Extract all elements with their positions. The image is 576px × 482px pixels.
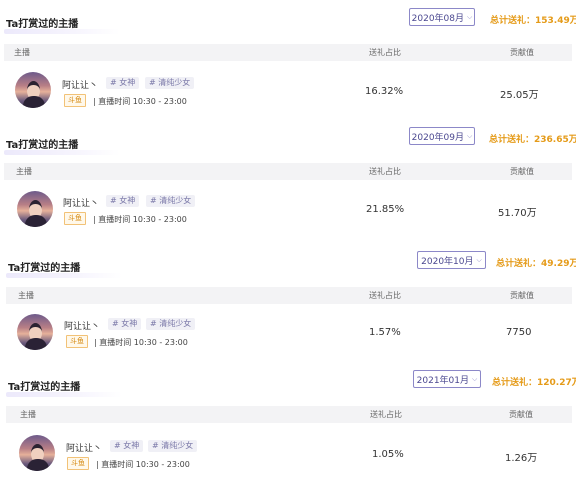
tag-goddess: # 女神: [106, 195, 140, 207]
tag-pure-girl: # 清纯少女: [148, 440, 198, 452]
live-time: | 直播时间 10:30 - 23:00: [93, 97, 187, 106]
tag-pure-girl: # 清纯少女: [146, 195, 196, 207]
table-header: 主播 送礼占比 贡献值: [4, 163, 572, 180]
tag-goddess: # 女神: [106, 77, 140, 89]
tag-pure-girl: # 清纯少女: [146, 318, 196, 330]
tag-goddess: # 女神: [110, 440, 144, 452]
section-title: Ta打赏过的主播: [8, 263, 81, 274]
table-header: 主播 送礼占比 贡献值: [6, 287, 572, 304]
header-contribution: 贡献值: [510, 291, 534, 300]
header-ratio: 送礼占比: [370, 410, 402, 419]
month-select-value: 2020年10月: [421, 256, 474, 267]
live-time: | 直播时间 10:30 - 23:00: [94, 338, 188, 347]
gift-ratio: 16.32%: [365, 86, 404, 97]
avatar[interactable]: [17, 314, 53, 350]
gift-ratio: 1.57%: [369, 327, 401, 338]
header-anchor: 主播: [18, 291, 34, 300]
avatar[interactable]: [19, 435, 55, 471]
platform-badge: 斗鱼: [67, 457, 89, 470]
total-gift: 总计送礼：120.27万: [492, 378, 576, 388]
month-select-value: 2020年09月: [411, 132, 465, 143]
total-gift: 总计送礼：49.29万: [496, 259, 576, 269]
header-contribution: 贡献值: [509, 410, 533, 419]
header-ratio: 送礼占比: [369, 167, 401, 176]
title-underline-decoration: [6, 273, 122, 278]
platform-badge: 斗鱼: [64, 212, 86, 225]
contribution-value: 51.70万: [498, 208, 537, 219]
table-header: 主播 送礼占比 贡献值: [6, 406, 572, 423]
header-anchor: 主播: [20, 410, 36, 419]
anchor-name[interactable]: 阿让让丶: [63, 196, 99, 209]
month-select[interactable]: 2021年01月 ⌵: [413, 370, 481, 388]
chevron-down-icon: ⌵: [467, 12, 473, 21]
anchor-name[interactable]: 阿让让丶: [62, 78, 98, 91]
platform-badge: 斗鱼: [66, 335, 88, 348]
gift-ratio: 1.05%: [372, 449, 404, 460]
contribution-value: 1.26万: [505, 453, 538, 464]
chevron-down-icon: ⌵: [476, 255, 482, 264]
contribution-value: 25.05万: [500, 90, 539, 101]
title-underline-decoration: [4, 150, 120, 155]
total-gift: 总计送礼：236.65万: [489, 135, 576, 145]
header-ratio: 送礼占比: [369, 48, 401, 57]
tag-goddess: # 女神: [108, 318, 142, 330]
avatar[interactable]: [17, 191, 53, 227]
gift-section-2: Ta打赏过的主播 2020年09月 ⌵ 总计送礼：236.65万 主播 送礼占比…: [0, 120, 576, 240]
table-header: 主播 送礼占比 贡献值: [4, 44, 572, 61]
chevron-down-icon: ⌵: [467, 131, 473, 140]
contribution-value: 7750: [506, 327, 532, 338]
gift-section-1: Ta打赏过的主播 2020年08月 ⌵ 总计送礼：153.49万 主播 送礼占比…: [0, 0, 576, 120]
anchor-name[interactable]: 阿让让丶: [64, 319, 100, 332]
title-underline-decoration: [4, 29, 120, 34]
month-select[interactable]: 2020年10月 ⌵: [417, 251, 486, 269]
live-time: | 直播时间 10:30 - 23:00: [96, 460, 190, 469]
month-select-value: 2020年08月: [411, 13, 465, 24]
month-select-value: 2021年01月: [416, 375, 470, 386]
title-underline-decoration: [6, 392, 122, 397]
section-title: Ta打赏过的主播: [6, 19, 79, 30]
gift-section-3: Ta打赏过的主播 2020年10月 ⌵ 总计送礼：49.29万 主播 送礼占比 …: [0, 243, 576, 363]
header-ratio: 送礼占比: [369, 291, 401, 300]
live-time: | 直播时间 10:30 - 23:00: [93, 215, 187, 224]
tag-pure-girl: # 清纯少女: [145, 77, 195, 89]
avatar[interactable]: [15, 72, 51, 108]
gift-ratio: 21.85%: [366, 204, 405, 215]
month-select[interactable]: 2020年08月 ⌵: [409, 8, 475, 26]
section-title: Ta打赏过的主播: [8, 382, 81, 393]
chevron-down-icon: ⌵: [472, 374, 478, 383]
month-select[interactable]: 2020年09月 ⌵: [409, 127, 475, 145]
section-title: Ta打赏过的主播: [6, 140, 79, 151]
header-contribution: 贡献值: [510, 48, 534, 57]
gift-section-4: Ta打赏过的主播 2021年01月 ⌵ 总计送礼：120.27万 主播 送礼占比…: [0, 362, 576, 482]
total-gift: 总计送礼：153.49万: [490, 16, 576, 26]
header-anchor: 主播: [16, 167, 32, 176]
platform-badge: 斗鱼: [64, 94, 86, 107]
header-contribution: 贡献值: [510, 167, 534, 176]
header-anchor: 主播: [14, 48, 30, 57]
anchor-name[interactable]: 阿让让丶: [66, 441, 102, 454]
